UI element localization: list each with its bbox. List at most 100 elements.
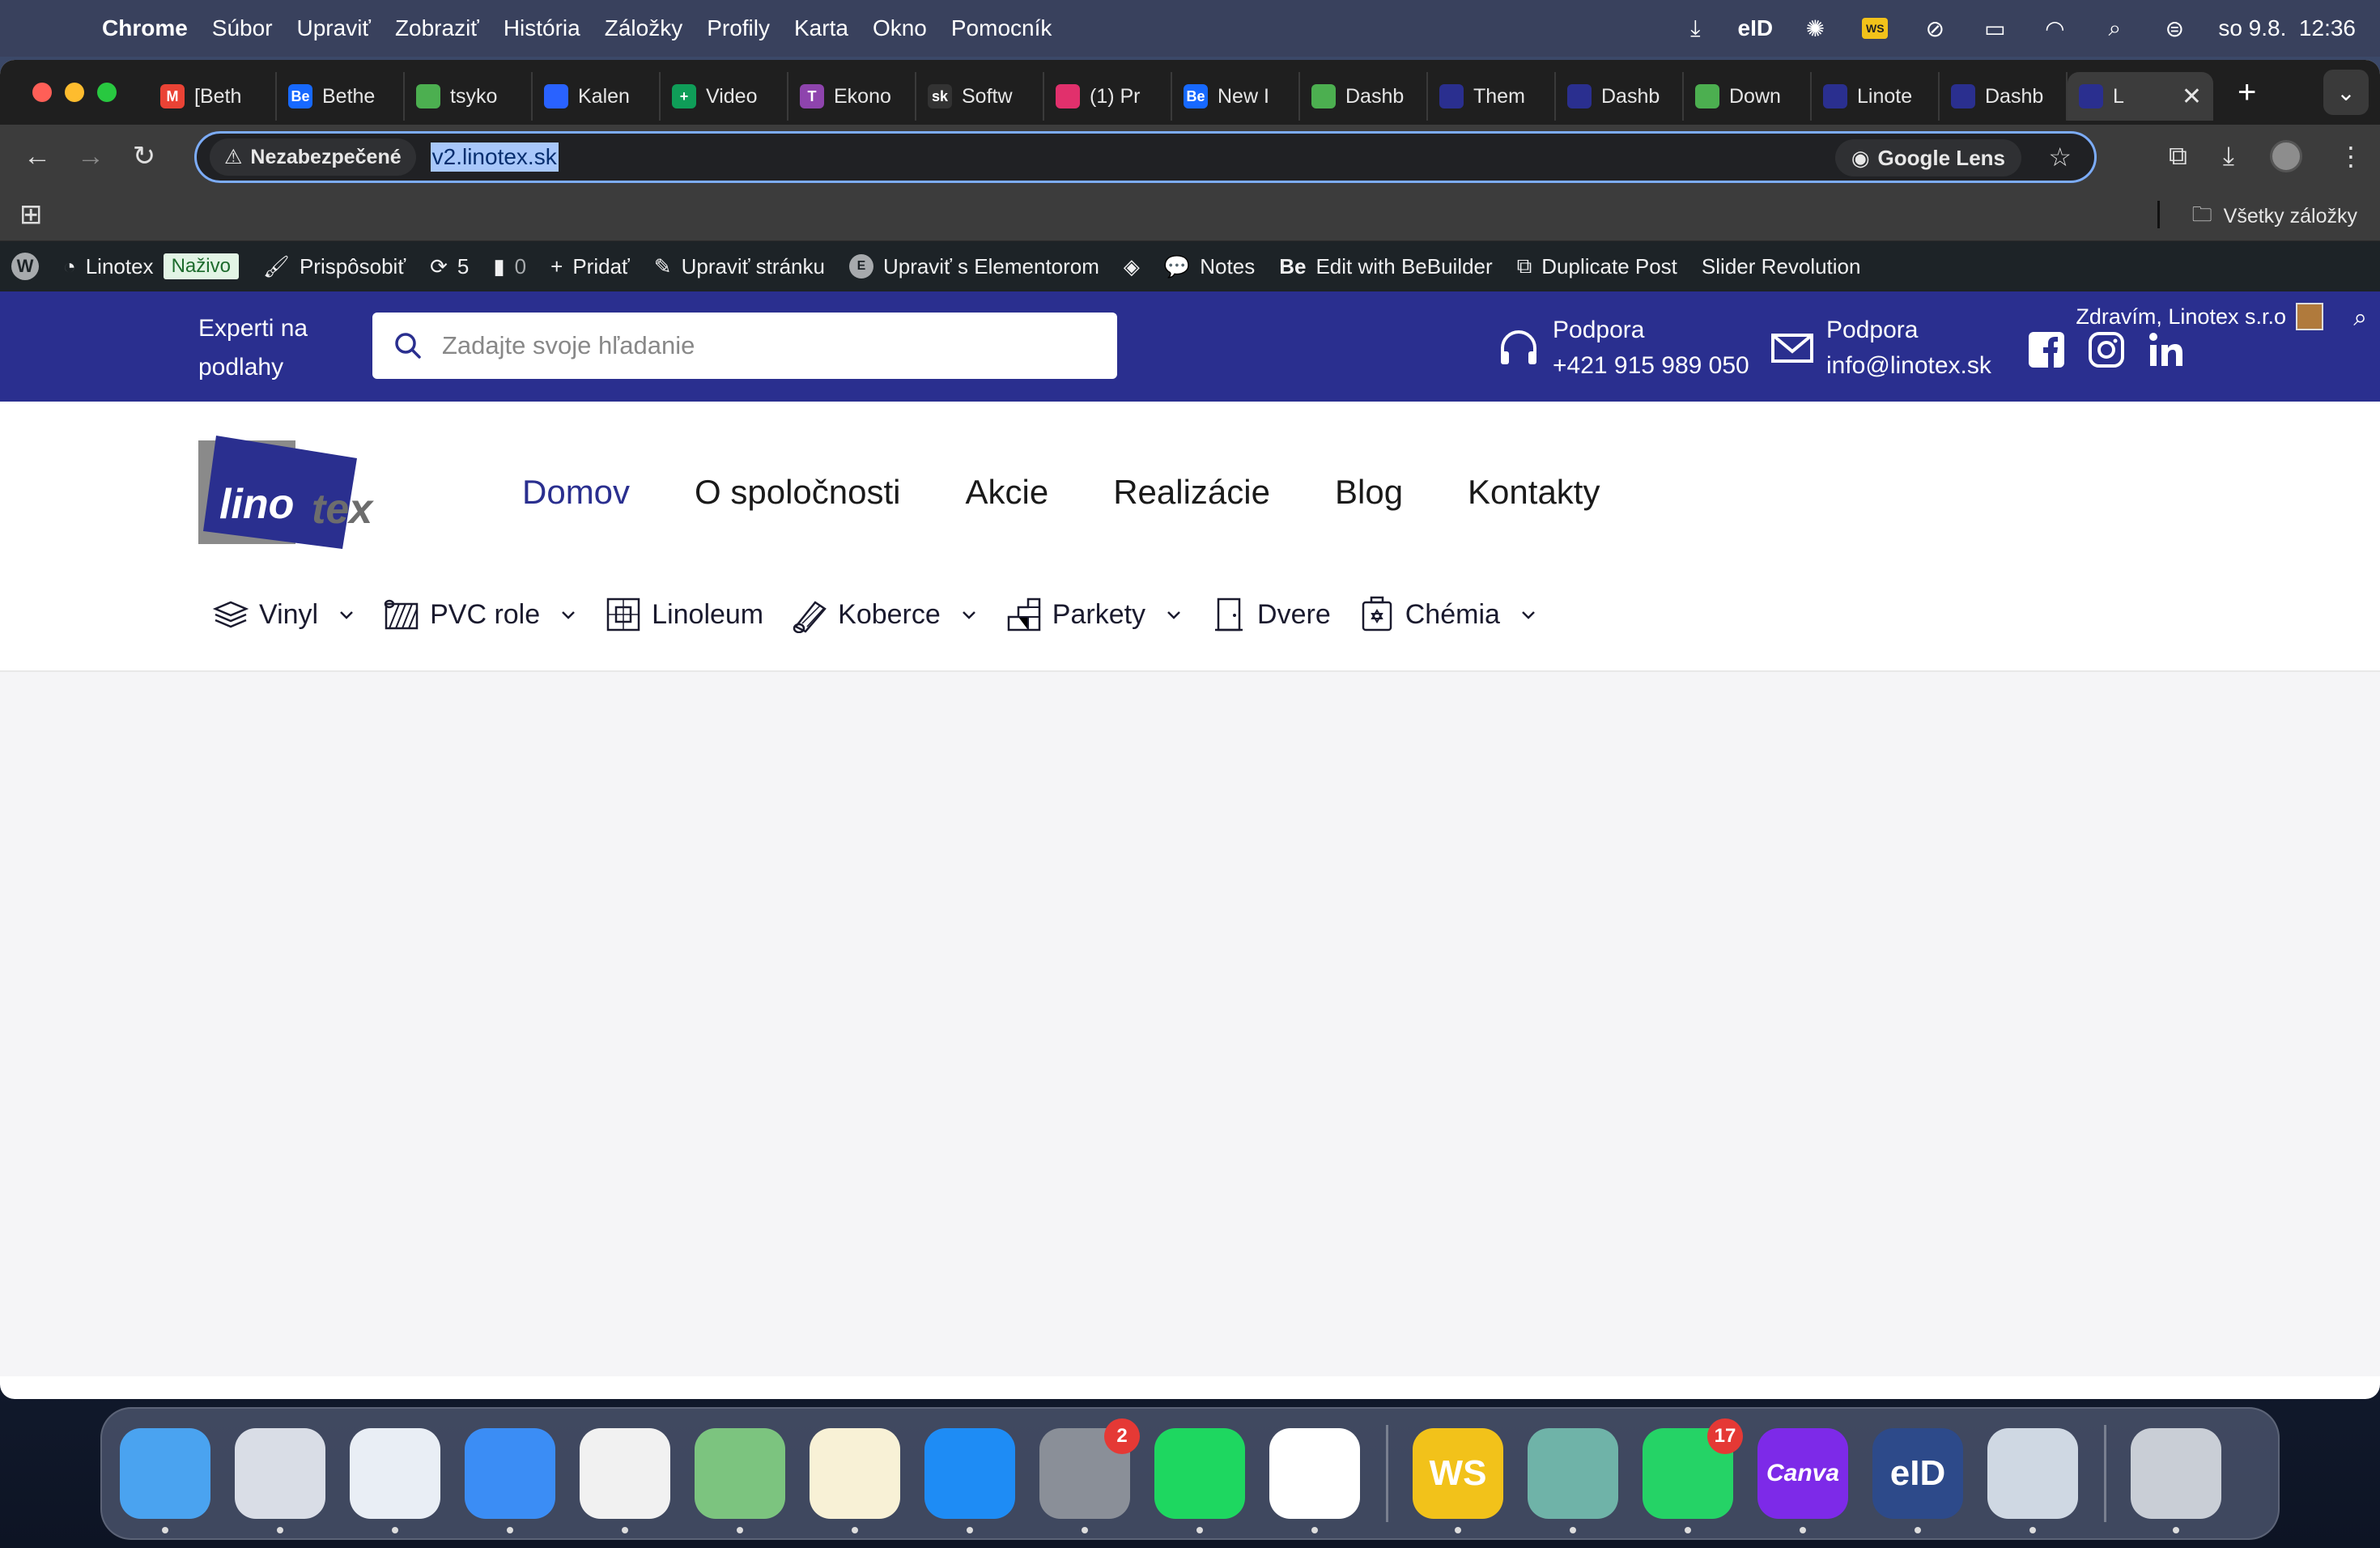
spotify-icon[interactable] (1154, 1428, 1245, 1533)
notes-button[interactable]: 💬 Notes (1164, 254, 1255, 279)
edit-elementor-button[interactable]: E Upraviť s Elementorom (848, 254, 1099, 279)
category-vinyl[interactable]: Vinyl (212, 596, 355, 633)
menu-edit[interactable]: Upraviť (297, 15, 371, 41)
menu-item-0[interactable]: Domov (522, 473, 630, 512)
tab-13[interactable]: Linote (1812, 72, 1940, 121)
chatgpt-icon[interactable] (1269, 1428, 1360, 1533)
trash-icon[interactable] (2131, 1428, 2221, 1533)
category-koberce[interactable]: Koberce (791, 596, 978, 633)
reload-icon[interactable]: ↻ (128, 140, 160, 172)
chevron-down-icon[interactable] (1165, 606, 1183, 623)
zoom-window-button[interactable] (97, 83, 117, 102)
tab-10[interactable]: Them (1428, 72, 1556, 121)
menu-file[interactable]: Súbor (212, 15, 273, 41)
compass-status-icon[interactable]: ⊘ (1919, 15, 1951, 42)
linotex-logo[interactable]: lino tex (198, 436, 393, 549)
profile-avatar[interactable] (2270, 140, 2302, 172)
chevron-down-icon[interactable] (1519, 606, 1537, 623)
back-arrow-icon[interactable]: ← (21, 140, 53, 172)
site-search-box[interactable]: Zadajte svoje hľadanie (372, 313, 1117, 379)
instagram-icon[interactable] (2087, 330, 2126, 369)
tab-9[interactable]: Dashb (1300, 72, 1428, 121)
all-bookmarks-button[interactable]: 🗀 Všetky záložky (2192, 199, 2357, 234)
minimize-window-button[interactable] (65, 83, 84, 102)
menu-tab[interactable]: Karta (794, 15, 848, 41)
wordpress-logo-button[interactable]: W (11, 253, 39, 280)
download-tray-icon[interactable]: ⤓ (1679, 15, 1711, 42)
linkedin-icon[interactable] (2147, 330, 2186, 369)
app-store-icon[interactable] (924, 1428, 1015, 1533)
menu-item-1[interactable]: O spoločnosti (695, 473, 900, 512)
slider-revolution-button[interactable]: Slider Revolution (1702, 254, 1861, 279)
system-settings-icon[interactable]: 2 (1039, 1418, 1140, 1533)
control-center-icon[interactable]: ⊜ (2158, 15, 2191, 42)
bookmark-star-icon[interactable]: ☆ (2048, 142, 2072, 172)
forward-arrow-icon[interactable]: → (74, 140, 107, 172)
support-phone-number[interactable]: +421 915 989 050 (1553, 348, 1749, 384)
apps-grid-icon[interactable]: ⊞ (19, 198, 43, 231)
support-email-address[interactable]: info@linotex.sk (1826, 348, 1991, 384)
search-placeholder[interactable]: Zadajte svoje hľadanie (442, 331, 695, 360)
chrome-menu-icon[interactable]: ⋮ (2338, 141, 2364, 172)
edit-page-button[interactable]: ✎ Upraviť stránku (654, 254, 825, 279)
chrome-icon[interactable] (580, 1428, 670, 1533)
address-bar[interactable]: ⚠ Nezabezpečené v2.linotex.sk ◉ Google L… (194, 131, 2097, 183)
category-parkety[interactable]: Parkety (1005, 596, 1183, 633)
battery-icon[interactable]: ▭ (1978, 15, 2011, 42)
tab-3[interactable]: Kalen (533, 72, 661, 121)
category-pvc-role[interactable]: PVC role (383, 596, 577, 633)
security-chip[interactable]: ⚠ Nezabezpečené (210, 138, 416, 176)
menu-item-2[interactable]: Akcie (966, 473, 1049, 512)
preview-icon[interactable] (1987, 1428, 2078, 1533)
new-tab-button[interactable]: + (2238, 74, 2256, 111)
eid-app-icon[interactable]: eID (1872, 1428, 1963, 1533)
tab-7[interactable]: (1) Pr (1044, 72, 1172, 121)
search-icon[interactable] (392, 330, 424, 362)
menu-item-3[interactable]: Realizácie (1113, 473, 1270, 512)
bebuilder-button[interactable]: Be Edit with BeBuilder (1279, 254, 1492, 279)
menu-item-5[interactable]: Kontakty (1468, 473, 1600, 512)
site-name-button[interactable]: ◔ Linotex Naživo (63, 253, 239, 279)
tab-12[interactable]: Down (1684, 72, 1812, 121)
menu-help[interactable]: Pomocník (951, 15, 1052, 41)
add-new-button[interactable]: + Pridať (550, 254, 630, 279)
mail-icon[interactable] (465, 1428, 555, 1533)
extensions-puzzle-icon[interactable]: ⧉ (2169, 141, 2187, 172)
menu-item-4[interactable]: Blog (1335, 473, 1403, 512)
wifi-icon[interactable]: ◠ (2038, 15, 2071, 42)
support-phone[interactable]: Podpora +421 915 989 050 (1496, 313, 1749, 384)
user-greeting[interactable]: Zdravím, Linotex s.r.o (2076, 303, 2323, 330)
menu-app-name[interactable]: Chrome (102, 15, 188, 41)
tab-2[interactable]: tsyko (405, 72, 533, 121)
duplicate-post-button[interactable]: ⧉ Duplicate Post (1517, 253, 1677, 279)
tab-4[interactable]: + Video (661, 72, 788, 121)
chatgpt-status-icon[interactable]: ✺ (1799, 15, 1831, 42)
category-linoleum[interactable]: Linoleum (605, 596, 763, 633)
comments-button[interactable]: ▮ 0 (493, 254, 526, 279)
menu-profiles[interactable]: Profily (707, 15, 770, 41)
chevron-down-icon[interactable] (338, 606, 355, 623)
ws-status-icon[interactable]: WS (1859, 15, 1891, 42)
menu-window[interactable]: Okno (873, 15, 927, 41)
tab-6[interactable]: sk Softw (916, 72, 1044, 121)
facebook-icon[interactable] (2027, 330, 2066, 369)
eid-status-icon[interactable]: eID (1738, 15, 1774, 42)
admin-search-icon[interactable]: ⌕ (2353, 304, 2367, 332)
url-text[interactable]: v2.linotex.sk (430, 142, 559, 172)
tab-14[interactable]: Dashb (1940, 72, 2068, 121)
close-window-button[interactable] (32, 83, 52, 102)
menu-history[interactable]: História (504, 15, 580, 41)
tab-0[interactable]: M [Beth (149, 72, 277, 121)
menu-view[interactable]: Zobraziť (395, 15, 479, 41)
updates-button[interactable]: ⟳ 5 (430, 254, 469, 279)
canva-icon[interactable]: Canva (1757, 1428, 1848, 1533)
category-dvere[interactable]: Dvere (1210, 596, 1331, 633)
whatsapp-icon[interactable]: 17 (1643, 1418, 1743, 1533)
tab-1[interactable]: Be Bethe (277, 72, 405, 121)
category-chemia[interactable]: Chémia (1358, 596, 1537, 633)
menubar-clock[interactable]: so 9.8. 12:36 (2218, 15, 2356, 41)
tab-5[interactable]: T Ekono (788, 72, 916, 121)
tab-8[interactable]: Be New I (1172, 72, 1300, 121)
tab-search-chevron-icon[interactable]: ⌄ (2323, 70, 2369, 115)
spotlight-search-icon[interactable]: ⌕ (2098, 15, 2131, 42)
